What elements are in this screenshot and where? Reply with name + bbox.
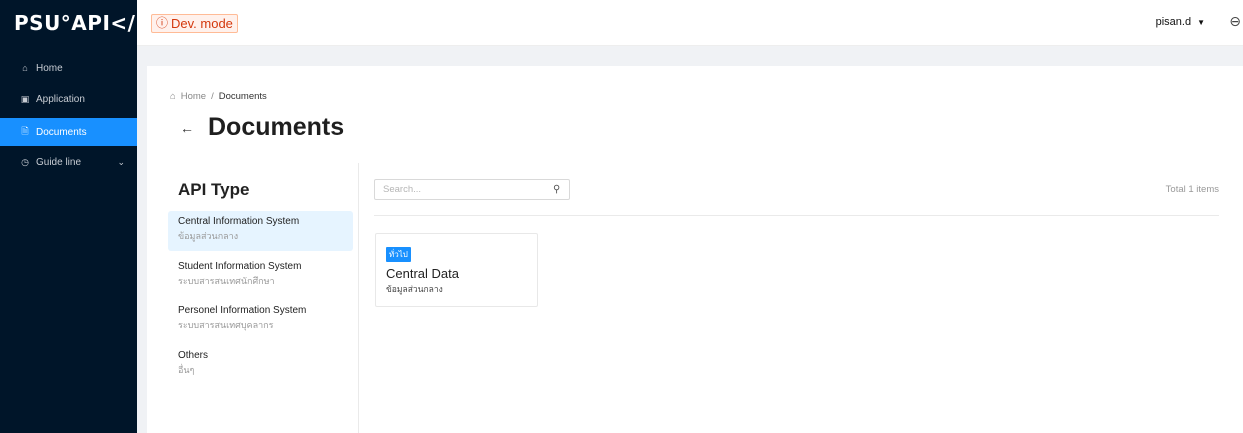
document-icon: 🗎	[21, 126, 29, 136]
api-type-subtitle: ระบบสารสนเทศบุคลากร	[178, 320, 274, 330]
page-title: Documents	[208, 113, 345, 141]
search-box: ⚲	[374, 179, 570, 200]
sidebar-item-guide-line[interactable]: ◷ Guide line ⌄	[0, 148, 137, 176]
api-type-subtitle: อื่นๆ	[178, 365, 195, 375]
breadcrumb-separator: /	[211, 91, 214, 102]
logout-icon[interactable]: ⊖	[1229, 13, 1241, 30]
sidebar-item-label: Application	[36, 93, 85, 105]
breadcrumb: ⌂ Home / Documents	[170, 91, 267, 102]
back-arrow-icon[interactable]: ←	[180, 120, 194, 136]
api-type-name: Student Information System	[178, 261, 302, 272]
user-menu[interactable]: pisan.d ▼	[1156, 16, 1205, 28]
sidebar-item-home[interactable]: ⌂ Home	[0, 54, 137, 82]
info-icon: ⓘ	[156, 16, 169, 30]
home-icon[interactable]: ⌂	[170, 91, 176, 102]
caret-down-icon: ▼	[1197, 17, 1205, 27]
application-icon: ▣	[20, 93, 30, 104]
api-type-name: Central Information System	[178, 216, 300, 227]
api-type-item-personel[interactable]: Personel Information System ระบบสารสนเทศ…	[168, 300, 353, 340]
horizontal-divider	[374, 215, 1219, 216]
search-icon[interactable]: ⚲	[553, 184, 560, 195]
card-subtitle: ข้อมูลส่วนกลาง	[386, 284, 443, 294]
page-title-row: ← Documents	[180, 113, 344, 142]
api-type-name: Personel Information System	[178, 305, 307, 316]
sidebar-item-label: Guide line	[36, 156, 82, 168]
api-type-name: Others	[178, 350, 209, 361]
dev-mode-label: Dev. mode	[171, 16, 233, 31]
home-icon: ⌂	[22, 63, 28, 73]
api-type-subtitle: ข้อมูลส่วนกลาง	[178, 231, 239, 241]
breadcrumb-home[interactable]: Home	[181, 91, 206, 102]
logo-text: PSU°API</>	[14, 11, 153, 35]
breadcrumb-current: Documents	[218, 91, 267, 102]
search-input[interactable]	[383, 184, 553, 195]
card-title: Central Data	[386, 266, 459, 281]
top-header: PSU°API</> ⓘ Dev. mode pisan.d ▼ ⊖	[0, 0, 1243, 46]
api-type-item-others[interactable]: Others อื่นๆ	[168, 345, 353, 385]
api-type-item-student[interactable]: Student Information System ระบบสารสนเทศน…	[168, 256, 353, 296]
document-card[interactable]: ทั่วไป Central Data ข้อมูลส่วนกลาง	[375, 233, 538, 307]
sidebar-item-label: Documents	[36, 126, 87, 138]
api-type-title: API Type	[178, 180, 250, 199]
total-items-count: Total 1 items	[1165, 184, 1219, 195]
sidebar: ⌂ Home ▣ Application 🗎 Documents ◷ Guide…	[0, 46, 137, 433]
dev-mode-badge: ⓘ Dev. mode	[151, 14, 238, 33]
vertical-divider	[358, 163, 359, 433]
api-type-item-central[interactable]: Central Information System ข้อมูลส่วนกลา…	[168, 211, 353, 251]
clock-icon: ◷	[21, 156, 29, 167]
logo[interactable]: PSU°API</>	[0, 0, 152, 46]
sidebar-item-label: Home	[36, 62, 63, 74]
chevron-down-icon: ⌄	[117, 156, 125, 167]
username: pisan.d	[1155, 16, 1192, 28]
sidebar-item-documents[interactable]: 🗎 Documents	[0, 118, 137, 146]
sidebar-item-application[interactable]: ▣ Application	[0, 85, 137, 113]
card-tag: ทั่วไป	[386, 247, 411, 262]
api-type-subtitle: ระบบสารสนเทศนักศึกษา	[178, 276, 275, 286]
